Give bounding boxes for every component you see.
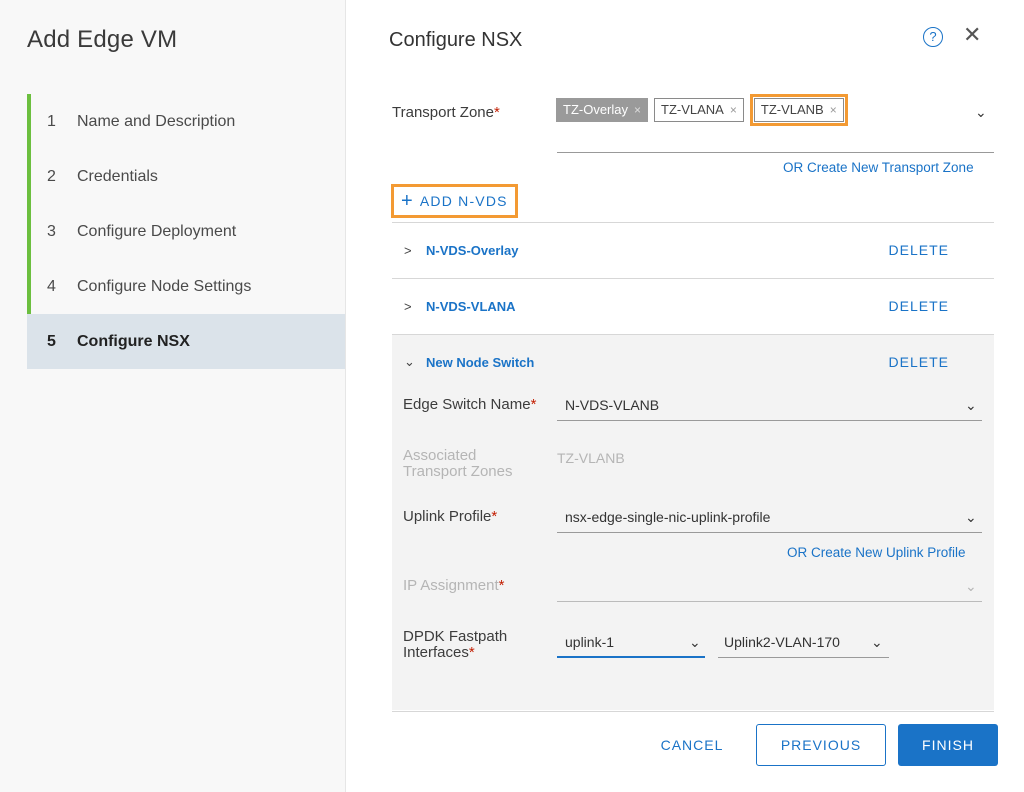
step-label: Name and Description [77,112,236,130]
uplink-profile-select[interactable]: nsx-edge-single-nic-uplink-profile [565,509,770,525]
chevron-down-icon[interactable]: ⌄ [965,578,977,595]
nvds-name[interactable]: N-VDS-Overlay [426,243,518,258]
edge-switch-name-select[interactable]: N-VDS-VLANB [565,397,659,413]
step-number: 4 [47,277,56,295]
nvds-row-expanded[interactable]: ⌄ New Node Switch DELETE [392,334,994,390]
uplink-profile-label: Uplink Profile* [403,508,498,525]
nvds-name[interactable]: N-VDS-VLANA [426,299,516,314]
plus-icon: + [401,190,414,212]
dpdk-fastpath-label: DPDK Fastpath Interfaces* [403,628,508,661]
chevron-down-icon[interactable]: ⌄ [965,509,977,526]
field-underline [557,532,982,533]
field-underline [557,420,982,421]
dpdk-interface-2-select[interactable]: Uplink2-VLAN-170 [724,634,840,650]
step-credentials[interactable]: 2 Credentials [27,149,345,204]
associated-transport-zones-value: TZ-VLANB [557,450,625,466]
associated-transport-zones-label: Associated Transport Zones [403,447,513,480]
nvds-name[interactable]: New Node Switch [426,355,534,370]
step-label: Configure NSX [77,332,190,350]
main-panel: Configure NSX ? ✕ Transport Zone* TZ-Ove… [347,0,1024,792]
page-title: Configure NSX [389,29,523,51]
step-label: Configure Node Settings [77,277,252,295]
wizard-sidebar: Add Edge VM 1 Name and Description 2 Cre… [0,0,346,792]
nvds-row[interactable]: > N-VDS-VLANA DELETE [392,278,994,334]
chevron-down-icon[interactable]: ⌄ [392,354,416,370]
step-configure-nsx[interactable]: 5 Configure NSX [27,314,345,369]
ip-assignment-label: IP Assignment* [403,577,505,594]
transport-zone-label: Transport Zone* [392,104,500,121]
remove-chip-icon[interactable]: × [830,99,837,121]
finish-button[interactable]: FINISH [898,724,998,766]
previous-button[interactable]: PREVIOUS [756,724,886,766]
step-number: 1 [47,112,56,130]
wizard-title: Add Edge VM [27,26,178,53]
step-label: Configure Deployment [77,222,237,240]
delete-button[interactable]: DELETE [889,298,949,314]
chevron-right-icon[interactable]: > [392,299,416,314]
remove-chip-icon[interactable]: × [730,99,737,121]
delete-button[interactable]: DELETE [889,354,949,370]
remove-chip-icon[interactable]: × [634,99,641,121]
chevron-right-icon[interactable]: > [392,243,416,258]
step-configure-node-settings[interactable]: 4 Configure Node Settings [27,259,345,314]
chevron-down-icon[interactable]: ⌄ [965,397,977,414]
wizard-steps: 1 Name and Description 2 Credentials 3 C… [27,94,345,369]
field-underline [557,152,994,153]
highlight-box: TZ-VLANB × [749,94,848,126]
step-name-and-description[interactable]: 1 Name and Description [27,94,345,149]
add-nvds-label: ADD N-VDS [419,193,508,209]
ip-assignment-select[interactable] [557,601,982,602]
edge-switch-name-label: Edge Switch Name* [403,396,537,413]
chip-tz-overlay[interactable]: TZ-Overlay × [556,98,649,122]
chevron-down-icon[interactable]: ⌄ [689,634,701,651]
create-transport-zone-link[interactable]: OR Create New Transport Zone [783,160,974,175]
step-label: Credentials [77,167,158,185]
transport-zone-select[interactable]: TZ-Overlay × TZ-VLANA × TZ-VLANB × [556,94,848,126]
footer-divider [392,711,994,712]
delete-button[interactable]: DELETE [889,242,949,258]
step-number: 3 [47,222,56,240]
chevron-down-icon[interactable]: ⌄ [975,104,987,121]
chip-tz-vlanb[interactable]: TZ-VLANB × [753,98,844,122]
dpdk-interface-1-select[interactable]: uplink-1 [565,634,614,650]
step-number: 2 [47,167,56,185]
nvds-row[interactable]: > N-VDS-Overlay DELETE [392,222,994,278]
help-icon[interactable]: ? [923,27,943,47]
step-configure-deployment[interactable]: 3 Configure Deployment [27,204,345,259]
add-nvds-button[interactable]: + ADD N-VDS [391,184,518,218]
cancel-button[interactable]: CANCEL [647,724,737,766]
field-underline [718,657,889,658]
create-uplink-profile-link[interactable]: OR Create New Uplink Profile [787,545,966,560]
required-mark: * [494,104,500,121]
chevron-down-icon[interactable]: ⌄ [871,634,883,651]
close-icon[interactable]: ✕ [963,22,981,48]
field-underline-focused [557,656,705,658]
chip-tz-vlana[interactable]: TZ-VLANA × [654,98,744,122]
step-number: 5 [47,332,56,350]
